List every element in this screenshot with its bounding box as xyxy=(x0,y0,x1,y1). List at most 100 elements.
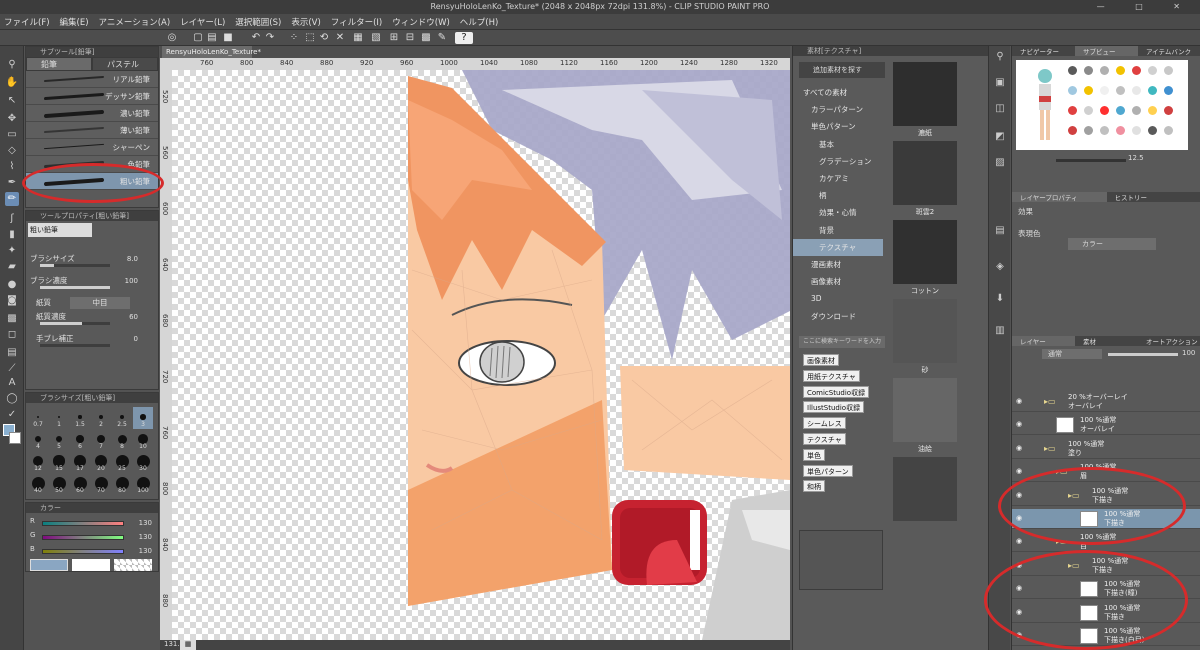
brush-item[interactable]: 濃い鉛筆 xyxy=(26,105,158,122)
brush-item[interactable]: シャーペン xyxy=(26,139,158,156)
brush-size-cell[interactable]: 3 xyxy=(133,407,153,429)
material-tree-item[interactable]: グラデーション xyxy=(793,153,883,170)
material-tag[interactable]: シームレス xyxy=(803,417,846,430)
palette-swatch[interactable] xyxy=(1084,126,1093,135)
fill-icon[interactable]: ▦ xyxy=(352,32,364,44)
redo-icon[interactable]: ↷ xyxy=(264,32,276,44)
brush-size-cell[interactable]: 0.7 xyxy=(28,407,48,429)
palette-swatch[interactable] xyxy=(1084,106,1093,115)
menu-selection[interactable]: 選択範囲(S) xyxy=(235,16,281,28)
layer-folder-row[interactable]: ◉ ▸▭ 20 %オーバーレイ オーバレイ xyxy=(1012,392,1200,412)
material-tag[interactable]: 単色 xyxy=(803,448,825,461)
palette-swatch[interactable] xyxy=(1132,86,1141,95)
brush-size-cell[interactable]: 80 xyxy=(112,473,132,495)
operation-tool-icon[interactable]: ↖ xyxy=(5,94,19,108)
brush-size-cell[interactable]: 30 xyxy=(133,451,153,473)
material-tree-item[interactable]: 柄 xyxy=(793,187,883,204)
tab-layer[interactable]: レイヤー xyxy=(1012,336,1075,346)
visibility-eye-icon[interactable]: ◉ xyxy=(1016,467,1022,475)
brush-size-row[interactable]: ブラシサイズ 8.0 xyxy=(30,253,154,271)
brush-size-cell[interactable]: 4 xyxy=(28,429,48,451)
display-color-select[interactable]: カラー xyxy=(1068,238,1156,250)
minimize-button[interactable]: — xyxy=(1097,2,1119,11)
blend-tool-icon[interactable]: ● xyxy=(5,278,19,292)
visibility-eye-icon[interactable]: ◉ xyxy=(1016,537,1022,545)
material-tree-item[interactable]: 背景 xyxy=(793,222,883,239)
brush-size-cell[interactable]: 17 xyxy=(70,451,90,473)
brush-size-cell[interactable]: 50 xyxy=(49,473,69,495)
add-material-button[interactable]: 追加素材を探す xyxy=(799,62,885,78)
tab-layer-property[interactable]: レイヤープロパティ xyxy=(1012,192,1107,202)
brush-size-cell[interactable]: 1 xyxy=(49,407,69,429)
menu-help[interactable]: ヘルプ(H) xyxy=(460,16,499,28)
brush-size-cell[interactable]: 40 xyxy=(28,473,48,495)
material-tree-item[interactable]: ダウンロード xyxy=(793,308,883,325)
subview-image[interactable] xyxy=(1016,60,1188,150)
background-color-swatch[interactable] xyxy=(9,432,21,444)
tab-navigator[interactable]: ナビゲーター xyxy=(1012,46,1075,56)
material-search-input[interactable]: ここに検索キーワードを入力 xyxy=(799,336,885,348)
material-thumbnail[interactable] xyxy=(893,457,957,521)
palette-swatch[interactable] xyxy=(1116,66,1125,75)
clip-studio-icon[interactable]: ◎ xyxy=(166,32,178,44)
material-tag[interactable]: ComicStudio収録 xyxy=(803,385,870,398)
brush-size-cell[interactable]: 2 xyxy=(91,407,111,429)
material-icon[interactable]: ▣ xyxy=(993,76,1007,90)
material-tag[interactable]: 用紙テクスチャ xyxy=(803,369,860,382)
visibility-eye-icon[interactable]: ◉ xyxy=(1016,631,1022,639)
zoom-tool-icon[interactable]: ⚲ xyxy=(5,58,19,72)
fill-tool-icon[interactable]: ◙ xyxy=(5,294,19,308)
layer-folder-row[interactable]: ◉ ▸▭ 100 %通常 目 xyxy=(1012,532,1200,553)
layer-folder-row[interactable]: ◉ ▸▭ 100 %通常 下描き xyxy=(1012,556,1200,576)
brush-size-cell[interactable]: 60 xyxy=(70,473,90,495)
folder-icon[interactable]: ▸▭ xyxy=(1056,467,1068,476)
material-tree-item[interactable]: 効果・心情 xyxy=(793,204,883,221)
visibility-eye-icon[interactable]: ◉ xyxy=(1016,444,1022,452)
material-thumbnail[interactable] xyxy=(893,62,957,126)
visibility-eye-icon[interactable]: ◉ xyxy=(1016,491,1022,499)
brush-size-cell[interactable]: 10 xyxy=(133,429,153,451)
brush-tool-icon[interactable]: ʃ xyxy=(5,212,19,226)
material-tree-item[interactable]: カケアミ xyxy=(793,170,883,187)
brush-size-cell[interactable]: 12 xyxy=(28,451,48,473)
layer-row[interactable]: ◉ 100 %通常 オーバレイ xyxy=(1012,415,1200,436)
palette-swatch[interactable] xyxy=(1100,106,1109,115)
palette-swatch[interactable] xyxy=(1148,126,1157,135)
visibility-eye-icon[interactable]: ◉ xyxy=(1016,561,1022,569)
material-tree-item[interactable]: 画像素材 xyxy=(793,273,883,290)
palette-swatch[interactable] xyxy=(1164,86,1173,95)
palette-swatch[interactable] xyxy=(1132,106,1141,115)
menu-animation[interactable]: アニメーション(A) xyxy=(99,16,171,28)
layer-icon[interactable]: ▥ xyxy=(993,324,1007,338)
help-icon[interactable]: ? xyxy=(455,32,473,44)
blue-slider[interactable] xyxy=(42,549,124,554)
brush-size-cell[interactable]: 7 xyxy=(91,429,111,451)
visibility-eye-icon[interactable]: ◉ xyxy=(1016,608,1022,616)
menu-window[interactable]: ウィンドウ(W) xyxy=(392,16,450,28)
decoration-tool-icon[interactable]: ✦ xyxy=(5,244,19,258)
brush-size-cell[interactable]: 5 xyxy=(49,429,69,451)
palette-swatch[interactable] xyxy=(1116,106,1125,115)
texture-icon[interactable]: ◩ xyxy=(993,130,1007,144)
material-thumbnail[interactable] xyxy=(893,299,957,363)
frame-tool-icon[interactable]: ▤ xyxy=(5,346,19,360)
correction-tool-icon[interactable]: ✓ xyxy=(5,408,19,422)
material-tree-item[interactable]: 漫画素材 xyxy=(793,256,883,273)
layer-row[interactable]: ◉ 100 %通常 下描き xyxy=(1012,509,1200,529)
visibility-eye-icon[interactable]: ◉ xyxy=(1016,397,1022,405)
lasso-tool-icon[interactable]: ◇ xyxy=(5,144,19,158)
palette-swatch[interactable] xyxy=(1132,66,1141,75)
palette-swatch[interactable] xyxy=(1148,106,1157,115)
layer-folder-row[interactable]: ◉ ▸▭ 100 %通常 塗り xyxy=(1012,439,1200,459)
brush-size-cell[interactable]: 6 xyxy=(70,429,90,451)
stabilize-slider[interactable] xyxy=(40,344,110,347)
tab-history[interactable]: ヒストリー xyxy=(1106,192,1200,202)
clear-icon[interactable]: ✕ xyxy=(334,32,346,44)
brush-item[interactable]: 色鉛筆 xyxy=(26,156,158,173)
material-thumbnail[interactable] xyxy=(893,378,957,442)
layer-row[interactable]: ◉ 100 %通常 下描き xyxy=(1012,603,1200,623)
snap-ruler-icon[interactable]: ⊟ xyxy=(404,32,416,44)
hand-tool-icon[interactable]: ✋ xyxy=(5,76,19,90)
palette-swatch[interactable] xyxy=(1100,66,1109,75)
folder-icon[interactable]: ▸▭ xyxy=(1044,444,1056,453)
